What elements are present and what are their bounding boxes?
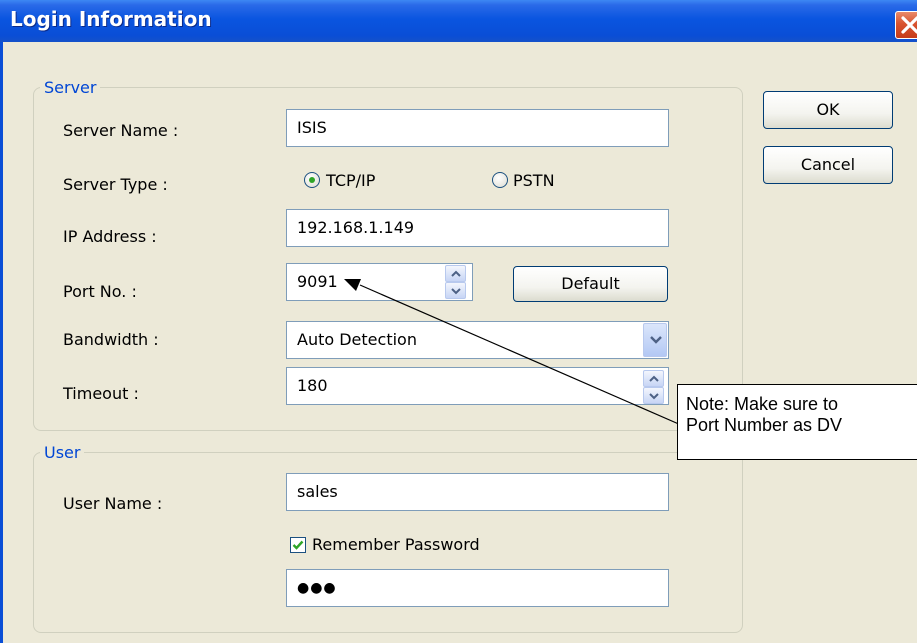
port-spin-up[interactable]: [445, 265, 466, 282]
server-name-label: Server Name :: [63, 121, 179, 140]
radio-tcpip[interactable]: [304, 172, 320, 188]
spin-up-icon: [649, 375, 659, 382]
annotation-line-2: Port Number as DV: [686, 415, 843, 435]
checkmark-icon: [292, 540, 304, 550]
close-button[interactable]: [895, 11, 917, 39]
close-icon: [901, 16, 917, 34]
radio-tcpip-label[interactable]: TCP/IP: [326, 171, 375, 190]
port-label: Port No. :: [63, 282, 137, 301]
password-input[interactable]: ●●●: [286, 569, 669, 607]
ok-button[interactable]: OK: [763, 91, 893, 129]
port-spinner[interactable]: [445, 265, 466, 299]
spin-down-icon: [649, 393, 659, 400]
window-border: [0, 42, 3, 643]
title-bar: Login Information: [0, 0, 917, 42]
bandwidth-select[interactable]: Auto Detection: [286, 321, 669, 359]
radio-pstn[interactable]: [492, 172, 508, 188]
radio-selected-dot: [309, 177, 315, 183]
timeout-spin-down[interactable]: [643, 387, 664, 404]
spin-down-icon: [451, 288, 461, 295]
user-name-input[interactable]: sales: [286, 473, 669, 511]
user-name-label: User Name :: [63, 494, 163, 513]
annotation-note: Note: Make sure to Port Number as DV: [677, 384, 917, 460]
annotation-line-1: Note: Make sure to: [686, 394, 839, 414]
server-group-legend: Server: [44, 78, 97, 97]
remember-password-label[interactable]: Remember Password: [312, 535, 480, 554]
ip-address-input[interactable]: 192.168.1.149: [286, 209, 669, 247]
remember-password-checkbox[interactable]: [290, 537, 306, 553]
timeout-spinner[interactable]: [643, 370, 664, 404]
radio-pstn-label[interactable]: PSTN: [513, 171, 555, 190]
cancel-button[interactable]: Cancel: [763, 146, 893, 184]
timeout-spin-up[interactable]: [643, 370, 664, 387]
default-button[interactable]: Default: [513, 266, 668, 302]
bandwidth-label: Bandwidth :: [63, 330, 159, 349]
server-name-input[interactable]: ISIS: [286, 109, 669, 147]
spin-up-icon: [451, 270, 461, 277]
port-spin-down[interactable]: [445, 282, 466, 299]
user-group-legend: User: [44, 443, 81, 462]
timeout-label: Timeout :: [63, 384, 139, 403]
chevron-down-icon: [650, 336, 662, 344]
ip-address-label: IP Address :: [63, 227, 157, 246]
window-title: Login Information: [10, 7, 212, 31]
timeout-input[interactable]: 180: [286, 367, 669, 405]
server-type-label: Server Type :: [63, 175, 168, 194]
bandwidth-dropdown-button[interactable]: [643, 323, 667, 357]
